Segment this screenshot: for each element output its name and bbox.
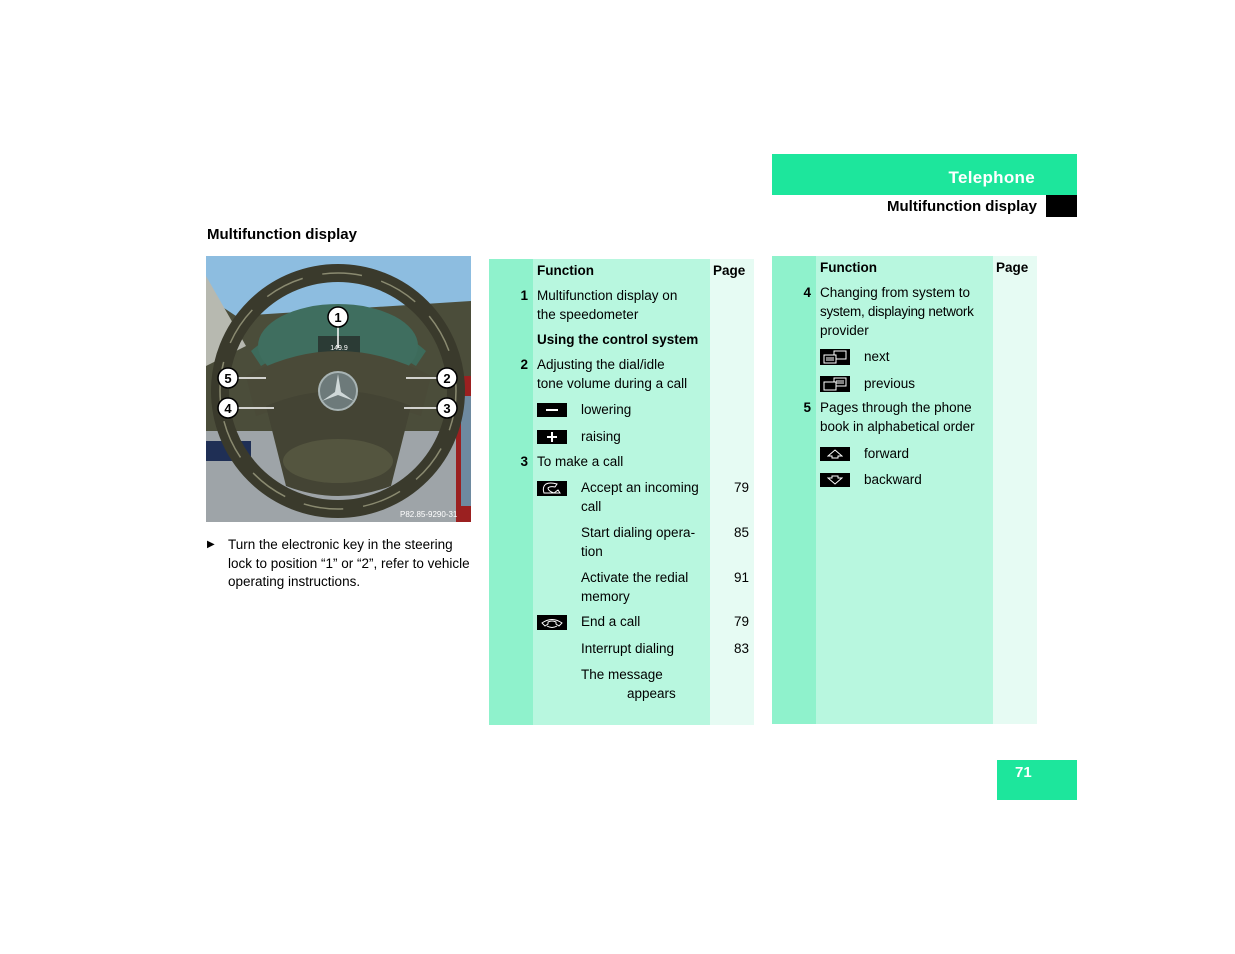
- table1-subhead: Using the control system: [537, 332, 699, 347]
- header-marker-block: [1046, 195, 1077, 217]
- accept-call-line2: call: [581, 499, 602, 514]
- page-number: 71: [1015, 764, 1032, 781]
- item-number: 1: [520, 288, 528, 303]
- item-number: 3: [520, 454, 528, 469]
- item5-text-line2: book in alphabetical order: [820, 419, 975, 434]
- redial-page: 91: [733, 570, 749, 585]
- message-line1: The message: [581, 667, 663, 682]
- start-dialing-line2: tion: [581, 544, 603, 559]
- table2-header-function: Function: [820, 260, 877, 275]
- message-line2: appears: [627, 686, 676, 701]
- svg-text:5: 5: [224, 371, 231, 386]
- svg-text:1: 1: [334, 310, 341, 325]
- item-number: 5: [803, 400, 811, 415]
- minus-key-icon: [537, 403, 567, 417]
- callout-4: 4: [217, 397, 239, 419]
- redial-line2: memory: [581, 589, 630, 604]
- instruction-text: Turn the electronic key in the steering …: [228, 537, 470, 589]
- phone-hangup-icon: [537, 615, 567, 630]
- item1-text-line2: the speedometer: [537, 307, 639, 322]
- forward-label: forward: [864, 446, 910, 461]
- item2-text-line1: Adjusting the dial/idle: [537, 357, 665, 372]
- callout-3: 3: [436, 397, 458, 419]
- raising-label: raising: [581, 429, 621, 444]
- interrupt-dialing-label: Interrupt dialing: [581, 641, 675, 656]
- item-number: 2: [520, 357, 528, 372]
- svg-text:4: 4: [224, 401, 232, 416]
- page-title: Multifunction display: [207, 226, 357, 243]
- svg-text:3: 3: [443, 401, 450, 416]
- arrow-down-icon: [820, 473, 850, 487]
- item4-text-line2: system, displaying network: [820, 304, 974, 319]
- item5-text-line1: Pages through the phone: [820, 400, 972, 415]
- next-label: next: [864, 349, 890, 364]
- end-call-page: 79: [733, 614, 749, 629]
- accept-call-page: 79: [733, 480, 749, 495]
- arrow-up-icon: [820, 447, 850, 461]
- callout-2: 2: [436, 367, 458, 389]
- display-readout: 149.9: [330, 345, 348, 352]
- item1-text-line1: Multifunction display on: [537, 288, 678, 303]
- backward-label: backward: [864, 472, 922, 487]
- table2-header-page: Page: [996, 260, 1029, 275]
- start-dialing-line1: Start dialing opera-: [581, 525, 696, 540]
- end-call-label: End a call: [581, 614, 641, 629]
- table2-page-column: [993, 256, 1037, 724]
- illustration-code: P82.85-9290-31: [400, 510, 458, 519]
- redial-line1: Activate the redial: [581, 570, 689, 585]
- steering-wheel-illustration: 149.9 1 5 4 2 3 P82.85-9290-31: [206, 256, 471, 522]
- item2-text-line2: tone volume during a call: [537, 376, 688, 391]
- plus-key-icon: [537, 430, 567, 444]
- instruction-step: ▶ Turn the electronic key in the steerin…: [207, 536, 472, 592]
- item4-text-line1: Changing from system to: [820, 285, 971, 300]
- phone-pickup-icon: [537, 481, 567, 496]
- lowering-label: lowering: [581, 402, 632, 417]
- interrupt-dialing-page: 83: [733, 641, 749, 656]
- table1-header-page: Page: [713, 263, 746, 278]
- accept-call-line1: Accept an incoming: [581, 480, 699, 495]
- svg-text:2: 2: [443, 371, 450, 386]
- page-number-box: [997, 760, 1077, 800]
- table1-header-function: Function: [537, 263, 594, 278]
- table1-number-column: [489, 259, 533, 725]
- item3-text: To make a call: [537, 454, 624, 469]
- previous-system-icon: [820, 376, 850, 392]
- bullet-arrow-icon: ▶: [207, 539, 215, 550]
- start-dialing-page: 85: [733, 525, 749, 540]
- chapter-title: Telephone: [948, 168, 1035, 187]
- previous-label: previous: [864, 376, 916, 391]
- section-subtitle: Multifunction display: [887, 198, 1037, 215]
- callout-5: 5: [217, 367, 239, 389]
- table2-number-column: [772, 256, 816, 724]
- chapter-header-band: Telephone: [772, 154, 1077, 195]
- item-number: 4: [803, 285, 811, 300]
- callout-1: 1: [327, 306, 349, 328]
- item4-text-line3: provider: [820, 323, 869, 338]
- next-system-icon: [820, 349, 850, 365]
